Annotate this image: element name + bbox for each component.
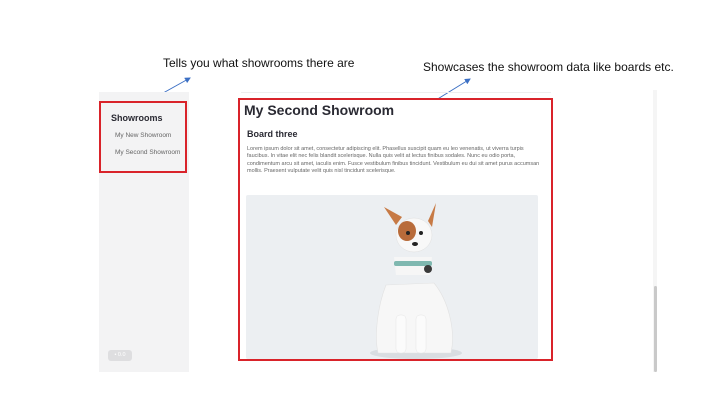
annotation-showrooms-list: Tells you what showrooms there are xyxy=(163,56,355,70)
showroom-content-panel: My Second Showroom Board three Lorem ips… xyxy=(238,98,553,361)
board-image[interactable] xyxy=(246,195,538,359)
board-description: Lorem ipsum dolor sit amet, consectetur … xyxy=(247,146,540,174)
sidebar-showrooms-panel: Showrooms My New Showroom My Second Show… xyxy=(99,101,187,173)
annotation-showroom-data: Showcases the showroom data like boards … xyxy=(423,60,674,74)
page-title: My Second Showroom xyxy=(244,102,395,118)
sidebar-toggle-button[interactable]: • 0.0 xyxy=(108,350,132,361)
dog-illustration xyxy=(370,203,462,359)
sidebar-title: Showrooms xyxy=(111,113,163,123)
sidebar-item-my-new-showroom[interactable]: My New Showroom xyxy=(115,132,181,140)
board-title: Board three xyxy=(247,129,298,139)
content-divider xyxy=(241,92,551,93)
arrow-to-content xyxy=(435,78,471,101)
scrollbar-thumb[interactable] xyxy=(654,286,657,372)
sidebar-item-my-second-showroom[interactable]: My Second Showroom xyxy=(115,149,181,157)
